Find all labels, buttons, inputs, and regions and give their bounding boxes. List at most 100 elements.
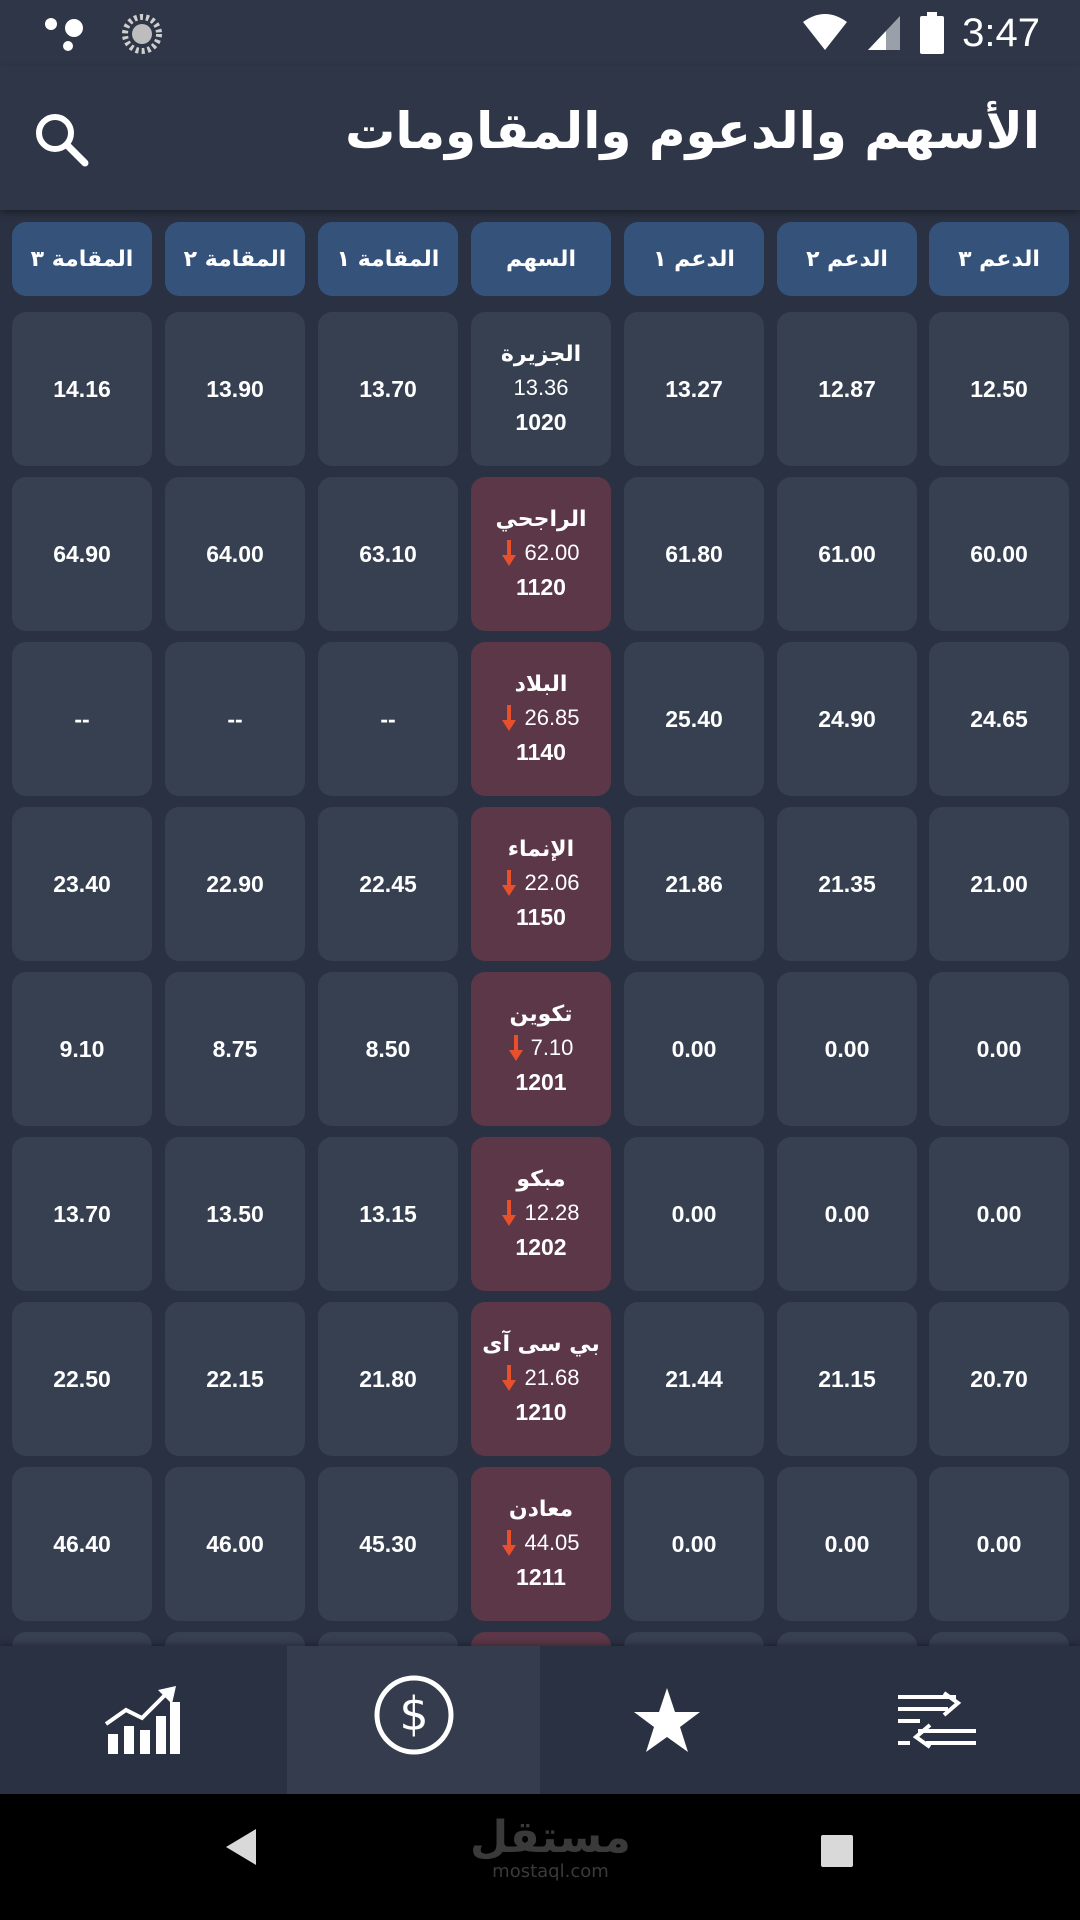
resistance-3-value[interactable]: 13.70 [12, 1137, 152, 1291]
resistance-1-value[interactable]: 13.70 [318, 312, 458, 466]
stock-cell[interactable]: معادن 44.05 1211 [471, 1467, 611, 1621]
resistance-2-value[interactable]: 8.75 [165, 972, 305, 1126]
partial-cell [318, 1632, 458, 1646]
down-arrow-icon [502, 705, 517, 731]
back-triangle-icon [226, 1829, 256, 1865]
support-3-value[interactable]: 0.00 [929, 972, 1069, 1126]
resistance-3-value[interactable]: -- [12, 642, 152, 796]
down-arrow-icon [502, 1200, 517, 1226]
support-3-value[interactable]: 60.00 [929, 477, 1069, 631]
partial-cell [624, 1632, 764, 1646]
table-row[interactable]: 64.90 64.00 63.10 الراجحي 62.00 1120 61.80 61.0… [0, 477, 1080, 631]
stock-cell[interactable]: مبكو 12.28 1202 [471, 1137, 611, 1291]
support-1-value[interactable]: 0.00 [624, 972, 764, 1126]
stock-code: 1150 [516, 904, 566, 930]
resistance-1-value[interactable]: 45.30 [318, 1467, 458, 1621]
support-2-value[interactable]: 21.35 [777, 807, 917, 961]
resistance-3-value[interactable]: 64.90 [12, 477, 152, 631]
resistance-2-value[interactable]: -- [165, 642, 305, 796]
support-3-value[interactable]: 20.70 [929, 1302, 1069, 1456]
battery-icon [920, 12, 945, 54]
support-2-value[interactable]: 12.87 [777, 312, 917, 466]
resistance-3-value[interactable]: 9.10 [12, 972, 152, 1126]
support-3-value[interactable]: 0.00 [929, 1467, 1069, 1621]
bottom-nav: $ [0, 1646, 1080, 1794]
header-resistance-3[interactable]: المقامة ٣ [12, 222, 152, 296]
resistance-1-value[interactable]: 13.15 [318, 1137, 458, 1291]
resistance-1-value[interactable]: 63.10 [318, 477, 458, 631]
resistance-2-value[interactable]: 13.90 [165, 312, 305, 466]
stock-cell[interactable]: تكوين 7.10 1201 [471, 972, 611, 1126]
status-right-icons: 3:47 [802, 8, 1040, 58]
resistance-1-value[interactable]: 22.45 [318, 807, 458, 961]
resistance-1-value[interactable]: 21.80 [318, 1302, 458, 1456]
stock-cell[interactable]: الراجحي 62.00 1120 [471, 477, 611, 631]
table-row[interactable]: 22.50 22.15 21.80 بي سى آى 21.68 1210 21.44 21.… [0, 1302, 1080, 1456]
support-1-value[interactable]: 13.27 [624, 312, 764, 466]
resistance-2-value[interactable]: 46.00 [165, 1467, 305, 1621]
resistance-3-value[interactable]: 22.50 [12, 1302, 152, 1456]
stock-price: 7.10 [530, 1035, 574, 1060]
support-2-value[interactable]: 24.90 [777, 642, 917, 796]
assistant-dots-icon [45, 18, 83, 51]
status-bar: 3:47 [0, 0, 1080, 66]
support-3-value[interactable]: 24.65 [929, 642, 1069, 796]
resistance-3-value[interactable]: 46.40 [12, 1467, 152, 1621]
loading-spinner-icon [122, 14, 162, 54]
stock-cell[interactable]: بي سى آى 21.68 1210 [471, 1302, 611, 1456]
nav-transfers[interactable] [793, 1646, 1080, 1794]
svg-text:$: $ [399, 1687, 428, 1741]
support-3-value[interactable]: 12.50 [929, 312, 1069, 466]
resistance-2-value[interactable]: 22.90 [165, 807, 305, 961]
stock-cell[interactable]: البلاد 26.85 1140 [471, 642, 611, 796]
support-2-value[interactable]: 61.00 [777, 477, 917, 631]
table-row[interactable]: -- -- -- البلاد 26.85 1140 25.40 24.90 24.65 [0, 642, 1080, 796]
resistance-1-value[interactable]: -- [318, 642, 458, 796]
page-title: الأسهم والدعوم والمقاومات [345, 102, 1040, 160]
support-1-value[interactable]: 0.00 [624, 1137, 764, 1291]
stock-cell[interactable]: الجزيرة 13.36 1020 [471, 312, 611, 466]
stock-name: تكوين [509, 1002, 573, 1027]
status-time: 3:47 [962, 10, 1040, 55]
header-support-2[interactable]: الدعم ٢ [777, 222, 917, 296]
resistance-1-value[interactable]: 8.50 [318, 972, 458, 1126]
resistance-2-value[interactable]: 22.15 [165, 1302, 305, 1456]
table-row[interactable]: 14.16 13.90 13.70 الجزيرة 13.36 1020 13.27 12.8… [0, 312, 1080, 466]
support-2-value[interactable]: 0.00 [777, 972, 917, 1126]
header-support-3[interactable]: الدعم ٣ [929, 222, 1069, 296]
app-bar: الأسهم والدعوم والمقاومات [0, 66, 1080, 210]
support-1-value[interactable]: 61.80 [624, 477, 764, 631]
stock-price-line: 26.85 [502, 705, 580, 731]
header-resistance-2[interactable]: المقامة ٢ [165, 222, 305, 296]
support-3-value[interactable]: 0.00 [929, 1137, 1069, 1291]
nav-favorites[interactable] [540, 1646, 793, 1794]
system-recents-button[interactable] [820, 1834, 854, 1872]
resistance-2-value[interactable]: 13.50 [165, 1137, 305, 1291]
nav-levels[interactable]: $ [287, 1646, 540, 1794]
support-1-value[interactable]: 21.44 [624, 1302, 764, 1456]
stock-code: 1020 [515, 409, 567, 435]
resistance-3-value[interactable]: 14.16 [12, 312, 152, 466]
support-3-value[interactable]: 21.00 [929, 807, 1069, 961]
table-row[interactable]: 9.10 8.75 8.50 تكوين 7.10 1201 0.00 0.00 0.00 [0, 972, 1080, 1126]
support-2-value[interactable]: 0.00 [777, 1467, 917, 1621]
support-1-value[interactable]: 0.00 [624, 1467, 764, 1621]
stock-cell[interactable]: الإنماء 22.06 1150 [471, 807, 611, 961]
table-row[interactable]: 46.40 46.00 45.30 معادن 44.05 1211 0.00 0.00 0.0… [0, 1467, 1080, 1621]
resistance-2-value[interactable]: 64.00 [165, 477, 305, 631]
system-back-button[interactable] [224, 1827, 258, 1871]
table-row[interactable]: 13.70 13.50 13.15 مبكو 12.28 1202 0.00 0.00 0.00 [0, 1137, 1080, 1291]
header-support-1[interactable]: الدعم ١ [624, 222, 764, 296]
search-button[interactable] [30, 108, 94, 172]
support-2-value[interactable]: 0.00 [777, 1137, 917, 1291]
resistance-3-value[interactable]: 23.40 [12, 807, 152, 961]
table-row[interactable]: 23.40 22.90 22.45 الإنماء 22.06 1150 21.86 21.3… [0, 807, 1080, 961]
stock-price-line: 22.06 [502, 870, 580, 896]
header-resistance-1[interactable]: المقامة ١ [318, 222, 458, 296]
nav-charts[interactable] [0, 1646, 287, 1794]
header-stock[interactable]: السهم [471, 222, 611, 296]
support-1-value[interactable]: 25.40 [624, 642, 764, 796]
support-2-value[interactable]: 21.15 [777, 1302, 917, 1456]
support-1-value[interactable]: 21.86 [624, 807, 764, 961]
stock-code: 1120 [516, 574, 566, 600]
